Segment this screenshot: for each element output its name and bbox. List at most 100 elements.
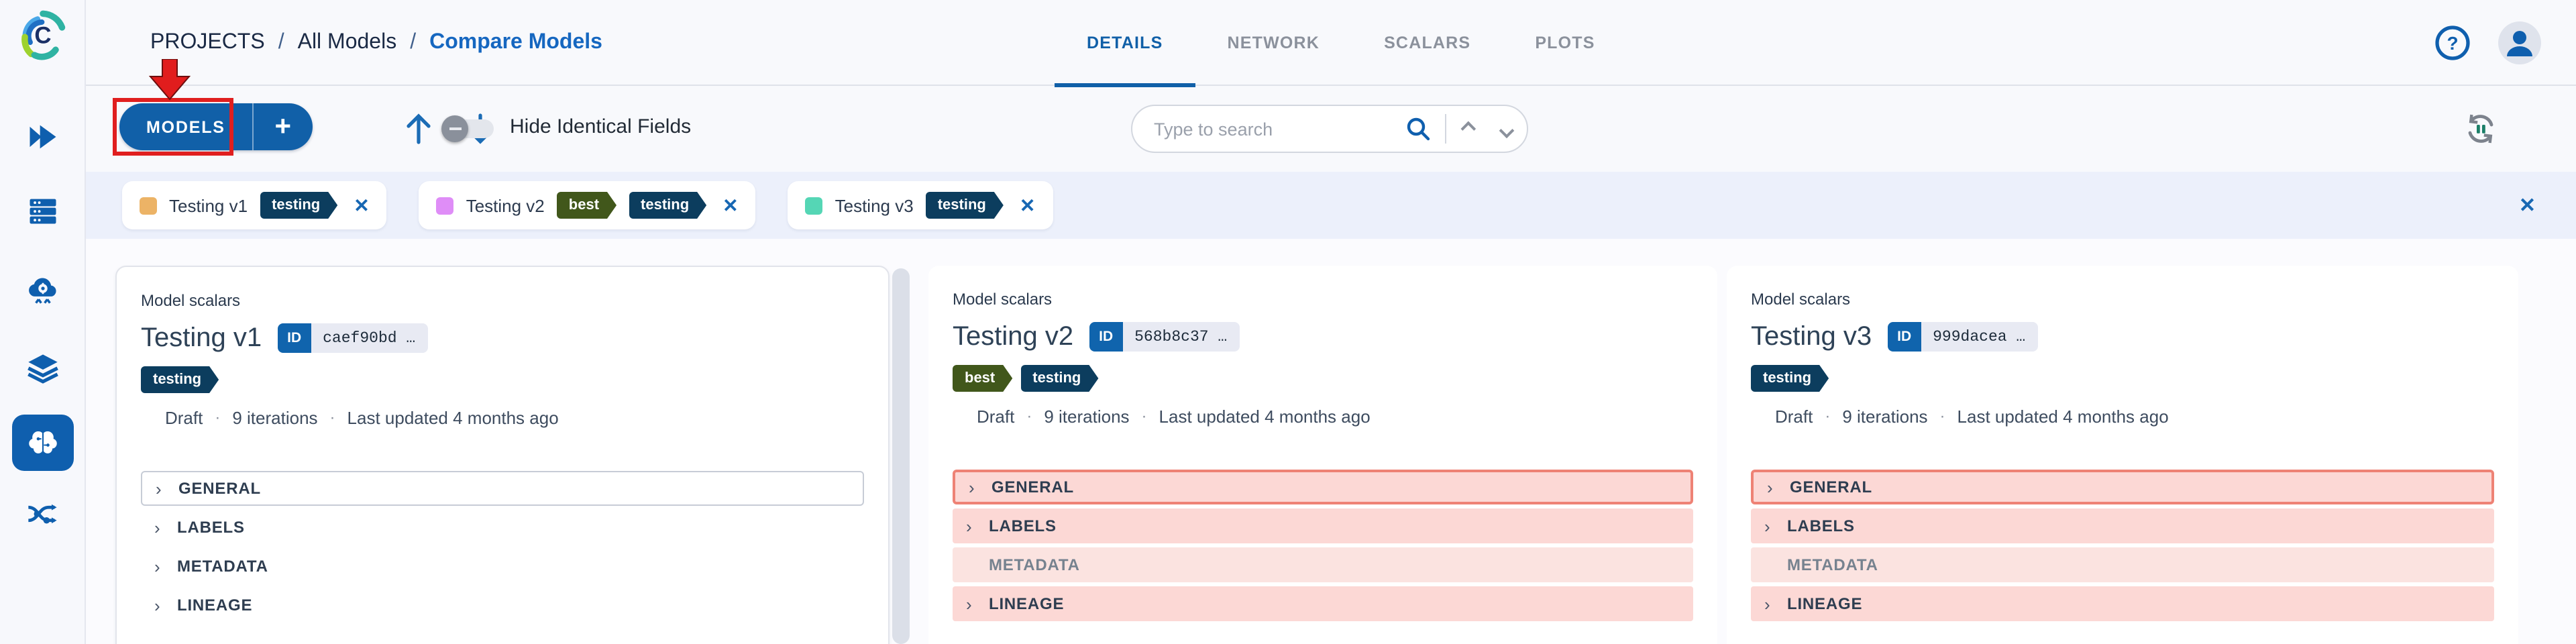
status-badge: Draft [165,407,203,427]
section-labels[interactable]: › LABELS [1751,508,2494,543]
chevron-right-icon: › [969,477,979,497]
auto-refresh-paused-icon[interactable] [2463,111,2498,146]
remove-model-icon[interactable]: ✕ [354,194,369,217]
user-avatar[interactable] [2498,21,2541,64]
models-button[interactable]: MODELS [119,103,252,150]
model-panel-testing-v2: Model scalars Testing v2 ID 568b8c37 … b… [928,266,1717,644]
comet-logo[interactable]: C [17,9,68,60]
chevron-down-icon [1499,123,1515,139]
compare-panels-area: Model scalars Testing v1 ID caef90bd … t… [86,239,2576,644]
model-meta: Draft · 9 iterations · Last updated 4 mo… [141,407,864,428]
tab-plots[interactable]: PLOTS [1503,0,1627,86]
breadcrumb: PROJECTS / All Models / Compare Models [150,0,602,85]
tag-testing: testing [629,192,706,219]
selected-models-bar: Testing v1 testing ✕ Testing v2 best tes… [86,172,2576,239]
id-badge-label: ID [1888,322,1921,352]
chevron-right-icon: › [1764,516,1775,536]
model-chip-testing-v3[interactable]: Testing v3 testing ✕ [788,181,1053,229]
model-meta: Draft · 9 iterations · Last updated 4 mo… [953,405,1693,427]
panel-subtitle: Model scalars [953,290,1693,309]
panel-title: Testing v3 [1751,321,1872,352]
clear-selection-icon[interactable]: ✕ [2519,193,2536,217]
iterations-count: 9 iterations [1044,406,1129,426]
chevron-right-icon: › [156,478,166,498]
remove-model-icon[interactable]: ✕ [1020,194,1035,217]
toggle-knob [441,115,468,142]
id-badge-label: ID [278,323,311,353]
iterations-count: 9 iterations [1842,406,1927,426]
search-box [1131,105,1528,153]
color-swatch [437,197,454,214]
quickstart-icon[interactable] [25,119,60,154]
section-lineage[interactable]: › LINEAGE [953,586,1693,621]
tag-testing: testing [926,192,1004,219]
tab-details[interactable]: DETAILS [1055,0,1195,86]
chevron-right-icon: › [1767,477,1778,497]
section-metadata[interactable]: › METADATA [141,549,864,584]
compare-toolbar: MODELS + Hide Identical Fields [86,86,2576,172]
id-badge-label: ID [1089,322,1122,352]
pipeline-icon[interactable] [25,496,60,531]
model-chip-testing-v1[interactable]: Testing v1 testing ✕ [122,181,387,229]
section-general[interactable]: › GENERAL [953,470,1693,504]
panel-title: Testing v2 [953,321,1073,352]
hide-identical-label: Hide Identical Fields [510,115,691,138]
model-panel-testing-v1: Model scalars Testing v1 ID caef90bd … t… [115,266,890,644]
model-id-badge[interactable]: ID 999dacea … [1888,322,2037,352]
page-tabs: DETAILS NETWORK SCALARS PLOTS [1055,0,1627,86]
iterations-count: 9 iterations [232,407,317,427]
person-icon [2498,21,2541,64]
tab-scalars[interactable]: SCALARS [1352,0,1503,86]
top-bar: PROJECTS / All Models / Compare Models D… [86,0,2576,86]
tag-best: best [953,365,1012,392]
breadcrumb-projects[interactable]: PROJECTS [150,30,265,54]
add-model-button[interactable]: + [254,103,313,150]
section-general[interactable]: › GENERAL [1751,470,2494,504]
section-labels[interactable]: › LABELS [953,508,1693,543]
tag-testing: testing [260,192,337,219]
logo-letter: C [34,23,51,49]
id-badge-value: 999dacea … [1921,322,2037,352]
status-badge: Draft [1775,406,1813,426]
model-panel-testing-v3: Model scalars Testing v3 ID 999dacea … t… [1727,266,2518,644]
model-id-badge[interactable]: ID caef90bd … [278,323,427,353]
breadcrumb-all-models[interactable]: All Models [298,30,397,54]
search-icon[interactable] [1405,115,1432,142]
chevron-right-icon: › [1764,594,1775,614]
panel-subtitle: Model scalars [141,291,864,310]
panel-scrollbar[interactable] [892,268,910,644]
model-id-badge[interactable]: ID 568b8c37 … [1089,322,1239,352]
help-icon[interactable]: ? [2434,24,2471,62]
section-lineage[interactable]: › LINEAGE [1751,586,2494,621]
search-next-button[interactable] [1487,106,1527,152]
cloud-gear-icon[interactable] [25,271,60,306]
last-updated: Last updated 4 months ago [347,407,559,427]
breadcrumb-compare-models[interactable]: Compare Models [429,30,602,54]
model-chip-testing-v2[interactable]: Testing v2 best testing ✕ [419,181,756,229]
model-registry-active-item[interactable] [12,415,74,471]
chevron-right-icon: › [154,595,165,615]
search-input[interactable] [1132,119,1405,139]
section-lineage[interactable]: › LINEAGE [141,588,864,623]
section-labels[interactable]: › LABELS [141,510,864,545]
remove-model-icon[interactable]: ✕ [722,194,738,217]
status-badge: Draft [977,406,1014,426]
id-badge-value: 568b8c37 … [1122,322,1239,352]
servers-icon[interactable] [25,193,60,228]
section-general[interactable]: › GENERAL [141,471,864,506]
models-split-button: MODELS + [119,103,313,150]
id-badge-value: caef90bd … [311,323,427,353]
search-prev-button[interactable] [1446,106,1487,152]
svg-text:?: ? [2447,33,2458,54]
color-swatch [140,197,157,214]
tag-testing: testing [1751,365,1829,392]
hide-identical-toggle[interactable] [445,119,494,138]
tab-network[interactable]: NETWORK [1195,0,1352,86]
move-up-arrow-button[interactable] [400,110,437,148]
last-updated: Last updated 4 months ago [1957,406,2169,426]
left-sidebar: C [0,0,86,644]
model-chip-name: Testing v3 [835,195,914,215]
layers-icon[interactable] [25,350,60,385]
model-chip-name: Testing v2 [466,195,545,215]
panel-subtitle: Model scalars [1751,290,2494,309]
